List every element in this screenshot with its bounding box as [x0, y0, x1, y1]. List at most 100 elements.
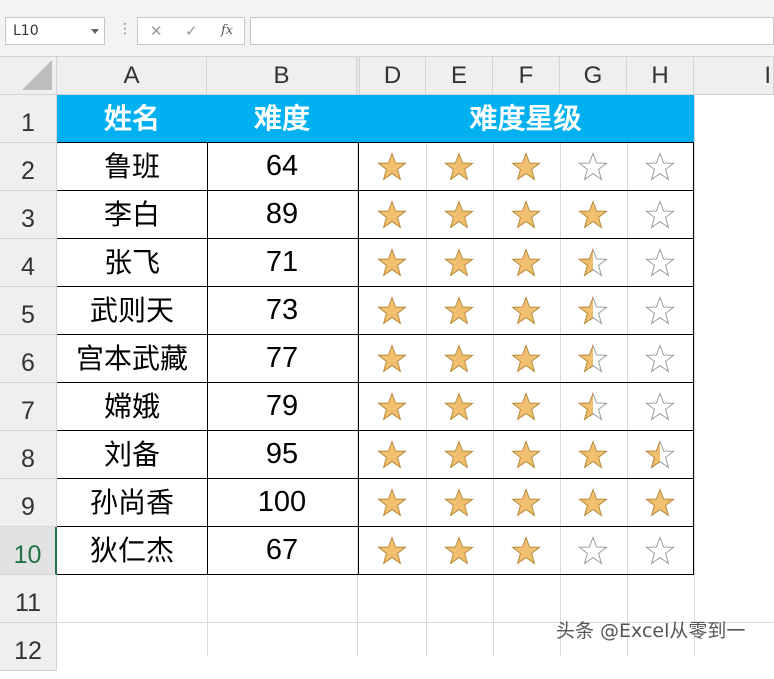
star-empty-icon — [645, 344, 675, 373]
star-full-icon — [377, 296, 407, 325]
enter-icon[interactable]: ✓ — [185, 22, 198, 40]
table-border — [57, 190, 694, 191]
cell-score[interactable]: 71 — [207, 239, 357, 286]
row-header-12[interactable]: 12 — [0, 623, 57, 671]
cell-score[interactable]: 77 — [207, 335, 357, 382]
star-full-icon — [377, 392, 407, 421]
row-header-3[interactable]: 3 — [0, 191, 57, 239]
table-border — [358, 142, 359, 575]
column-header-h[interactable]: H — [627, 57, 694, 95]
cell-name[interactable]: 李白 — [57, 191, 207, 238]
column-header-e[interactable]: E — [426, 57, 493, 95]
star-full-icon — [377, 200, 407, 229]
row-header-5[interactable]: 5 — [0, 287, 57, 335]
row-header-8[interactable]: 8 — [0, 431, 57, 479]
column-header-a[interactable]: A — [57, 57, 207, 95]
cell-score[interactable]: 95 — [207, 431, 357, 478]
row-header-9[interactable]: 9 — [0, 479, 57, 527]
header-cell-difficulty[interactable]: 难度 — [207, 95, 357, 142]
star-full-icon — [578, 440, 608, 469]
column-header-b[interactable]: B — [207, 57, 357, 95]
star-full-icon — [511, 392, 541, 421]
star-full-icon — [377, 248, 407, 277]
cell-name[interactable]: 宫本武藏 — [57, 335, 207, 382]
star-full-icon — [444, 440, 474, 469]
cell-score[interactable]: 100 — [207, 479, 357, 526]
star-empty-icon — [645, 152, 675, 181]
select-all-button[interactable] — [0, 57, 57, 95]
table-border — [57, 430, 694, 431]
table-border — [57, 526, 694, 527]
row-header-11[interactable]: 11 — [0, 575, 57, 623]
star-empty-icon — [645, 200, 675, 229]
star-half-icon — [578, 392, 608, 421]
table-border — [207, 142, 208, 575]
cell-name[interactable]: 鲁班 — [57, 143, 207, 190]
row-header-4[interactable]: 4 — [0, 239, 57, 287]
star-full-icon — [444, 392, 474, 421]
cancel-icon[interactable]: ✕ — [150, 22, 163, 40]
table-border — [693, 142, 694, 575]
column-header-i[interactable]: I — [694, 57, 774, 95]
cell-name[interactable]: 张飞 — [57, 239, 207, 286]
row-header-2[interactable]: 2 — [0, 143, 57, 191]
header-cell-rating[interactable]: 难度星级 — [357, 95, 694, 142]
drag-handle-icon[interactable]: ⋮ — [118, 21, 132, 37]
star-full-icon — [511, 296, 541, 325]
cell-name[interactable]: 嫦娥 — [57, 383, 207, 430]
cell-name[interactable]: 孙尚香 — [57, 479, 207, 526]
star-full-icon — [645, 488, 675, 517]
cell-score[interactable]: 67 — [207, 527, 357, 574]
star-full-icon — [511, 488, 541, 517]
row-header-6[interactable]: 6 — [0, 335, 57, 383]
gridline — [627, 95, 628, 656]
star-half-icon — [578, 296, 608, 325]
formula-buttons: ✕ ✓ fx — [137, 17, 245, 45]
select-all-triangle-icon — [22, 60, 52, 90]
chevron-down-icon[interactable] — [91, 29, 99, 34]
star-half-icon — [578, 344, 608, 373]
name-box[interactable]: L10 — [5, 17, 105, 45]
row-header-1[interactable]: 1 — [0, 95, 57, 143]
star-empty-icon — [578, 152, 608, 181]
table-border — [57, 142, 694, 143]
row-header-10[interactable]: 10 — [0, 527, 57, 575]
star-full-icon — [444, 296, 474, 325]
cell-name[interactable]: 武则天 — [57, 287, 207, 334]
star-full-icon — [444, 536, 474, 565]
cell-score[interactable]: 89 — [207, 191, 357, 238]
cell-name[interactable]: 刘备 — [57, 431, 207, 478]
cell-score[interactable]: 79 — [207, 383, 357, 430]
gridline — [426, 95, 427, 656]
star-empty-icon — [645, 248, 675, 277]
cell-score[interactable]: 73 — [207, 287, 357, 334]
table-border — [57, 574, 694, 575]
star-full-icon — [511, 152, 541, 181]
star-full-icon — [377, 152, 407, 181]
star-full-icon — [444, 152, 474, 181]
cell-name[interactable]: 狄仁杰 — [57, 527, 207, 574]
header-cell-name[interactable]: 姓名 — [57, 95, 207, 142]
column-header-d[interactable]: D — [360, 57, 426, 95]
star-half-icon — [645, 440, 675, 469]
star-full-icon — [377, 488, 407, 517]
star-full-icon — [511, 344, 541, 373]
gridline — [694, 95, 695, 656]
cell-score[interactable]: 64 — [207, 143, 357, 190]
row-header-7[interactable]: 7 — [0, 383, 57, 431]
column-header-f[interactable]: F — [493, 57, 560, 95]
star-half-icon — [578, 248, 608, 277]
table-border — [57, 238, 694, 239]
star-full-icon — [578, 200, 608, 229]
star-empty-icon — [578, 536, 608, 565]
star-full-icon — [444, 200, 474, 229]
table-border — [57, 334, 694, 335]
star-full-icon — [578, 488, 608, 517]
star-full-icon — [444, 248, 474, 277]
table-border — [57, 382, 694, 383]
insert-function-icon[interactable]: fx — [221, 23, 233, 38]
column-header-g[interactable]: G — [560, 57, 627, 95]
gridline — [560, 95, 561, 656]
formula-input[interactable] — [250, 17, 774, 45]
star-full-icon — [511, 440, 541, 469]
